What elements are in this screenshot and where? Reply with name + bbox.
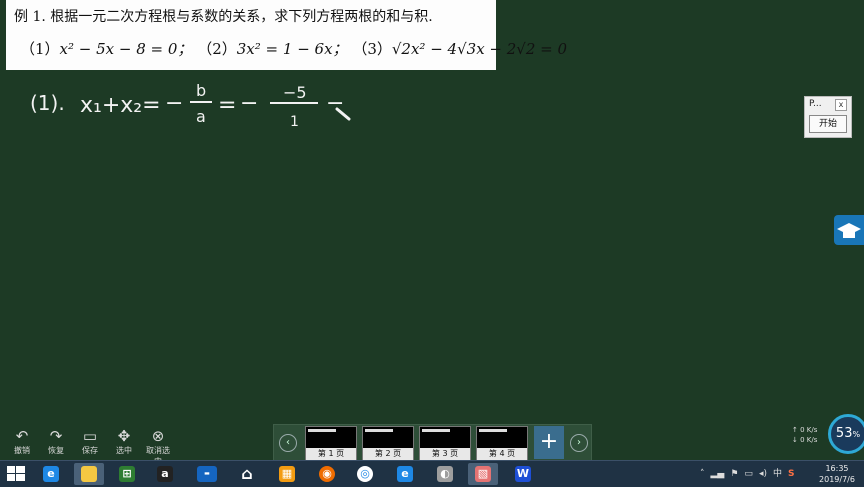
360-app[interactable]: ◎ [350, 463, 380, 485]
redo-icon: ↷ [49, 427, 63, 445]
move-button[interactable]: ✥ 选中 [110, 428, 138, 458]
cancel-select-button[interactable]: ⊗取消选中 [144, 427, 172, 466]
sogou-icon[interactable]: S [788, 465, 794, 483]
windows-start-icon[interactable] [4, 463, 28, 485]
orange-app[interactable]: ▦ [272, 463, 302, 485]
download-speed: ↓ 0 K/s [792, 436, 818, 444]
lenovo-app[interactable]: ▬ [192, 463, 222, 485]
tool-label: 恢复 [48, 446, 64, 455]
eq3-label: （3） [352, 40, 392, 58]
prev-page-button[interactable]: ‹ [279, 434, 297, 452]
wps-icon: W [515, 466, 531, 482]
page-thumb-1[interactable]: 第 1 页 [305, 426, 357, 461]
eq1-label: （1） [20, 40, 60, 58]
wps-app[interactable]: W [508, 463, 538, 485]
whiteboard-app[interactable]: ▧ [468, 463, 498, 485]
redo-button[interactable]: ↷ 恢复 [42, 428, 70, 458]
home-icon: ⌂ [241, 464, 253, 483]
undo-icon: ↶ [15, 427, 29, 445]
firefox-app[interactable]: ◉ [312, 463, 342, 485]
taskbar: e ⊞ a ▬ ⌂ ▦ ◉ ◎ e ◐ ▧ W ˄ ▂▄ ⚑ ▭ ◂) 中 S … [0, 460, 864, 487]
explorer-app[interactable] [74, 463, 104, 485]
ie-app[interactable]: e [36, 463, 66, 485]
page-navigator: ‹ 第 1 页 第 2 页 第 3 页 第 4 页 + › [273, 424, 592, 462]
tool-label: 选中 [116, 446, 132, 455]
capture-app[interactable]: ◐ [430, 463, 460, 485]
next-page-button[interactable]: › [570, 434, 588, 452]
add-page-button[interactable]: + [534, 426, 564, 459]
volume-icon[interactable]: ◂) [759, 465, 767, 483]
grid-app-icon: ▦ [279, 466, 295, 482]
firefox-icon: ◉ [319, 466, 335, 482]
camera-icon: ◐ [437, 466, 453, 482]
signal-icon[interactable]: ▂▄ [711, 465, 725, 483]
whiteboard-icon: ▧ [475, 466, 491, 482]
usage-unit: % [852, 430, 861, 439]
eq3: √2x² − 4√3x − 2√2 = 0 [391, 40, 568, 58]
folder-icon [81, 466, 97, 482]
page-thumb-label: 第 4 页 [477, 448, 527, 460]
page-thumb-label: 第 2 页 [363, 448, 413, 460]
start-button[interactable]: 开始 [809, 115, 847, 133]
upload-speed: ↑ 0 K/s [792, 426, 818, 434]
cancel-select-icon: ⊗ [151, 427, 165, 445]
page-thumb-4[interactable]: 第 4 页 [476, 426, 528, 461]
page-thumb-2[interactable]: 第 2 页 [362, 426, 414, 461]
page-thumb-label: 第 1 页 [306, 448, 356, 460]
amazon-icon: a [157, 466, 173, 482]
save-icon: ▭ [82, 427, 98, 445]
clock-date: 2019/7/6 [819, 475, 855, 484]
taskbar-clock[interactable]: 16:35 2019/7/6 [812, 463, 862, 485]
eq1: x² − 5x − 8 = 0； [59, 40, 193, 58]
ie-icon: e [43, 466, 59, 482]
tool-label: 保存 [82, 446, 98, 455]
store-icon: ⊞ [119, 466, 135, 482]
close-icon[interactable]: x [835, 99, 847, 111]
move-icon: ✥ [117, 427, 131, 445]
download-speed-value: 0 K/s [800, 436, 818, 444]
eq2: 3x² = 1 − 6x； [236, 40, 348, 58]
usage-percent: 53 [835, 426, 853, 441]
home-app[interactable]: ⌂ [232, 463, 262, 485]
ime-indicator[interactable]: 中 [773, 465, 782, 483]
timer-panel-title: P... [809, 99, 822, 109]
ie2-app[interactable]: e [390, 463, 420, 485]
tool-label: 撤销 [14, 446, 30, 455]
problem-title: 例 1. 根据一元二次方程根与系数的关系，求下列方程两根的和与积. [14, 9, 433, 25]
flag-icon[interactable]: ⚑ [730, 465, 738, 483]
pen-toolbar: ↶撤销↷恢复▭保存✥选中⊗取消选中 [8, 427, 172, 466]
page-thumb-3[interactable]: 第 3 页 [419, 426, 471, 461]
lenovo-icon: ▬ [197, 466, 217, 482]
upload-speed-value: 0 K/s [800, 426, 818, 434]
timer-panel: P... x 开始 [804, 96, 852, 138]
page-thumb-label: 第 3 页 [420, 448, 470, 460]
store-app[interactable]: ⊞ [112, 463, 142, 485]
graduation-cap-icon [837, 223, 861, 238]
problem-card: 例 1. 根据一元二次方程根与系数的关系，求下列方程两根的和与积. （1）x² … [6, 0, 567, 70]
amazon-app[interactable]: a [150, 463, 180, 485]
eq2-label: （2） [197, 40, 237, 58]
ie-icon-2: e [397, 466, 413, 482]
network-icon[interactable]: ▭ [744, 465, 753, 483]
save-button[interactable]: ▭ 保存 [76, 428, 104, 458]
problem-equations: （1）x² − 5x − 8 = 0； （2）3x² = 1 − 6x； （3）… [20, 38, 567, 59]
browser-icon: ◎ [357, 466, 373, 482]
side-tab-button[interactable] [834, 215, 864, 245]
usage-gauge: 53% [828, 414, 864, 454]
tray-up-arrow-icon[interactable]: ˄ [700, 465, 705, 483]
undo-button[interactable]: ↶ 撤销 [8, 428, 36, 458]
network-speed-widget[interactable]: ↑ 0 K/s ↓ 0 K/s 53% [788, 414, 864, 458]
system-tray: ˄ ▂▄ ⚑ ▭ ◂) 中 S [700, 465, 794, 483]
clock-time: 16:35 [825, 464, 849, 473]
